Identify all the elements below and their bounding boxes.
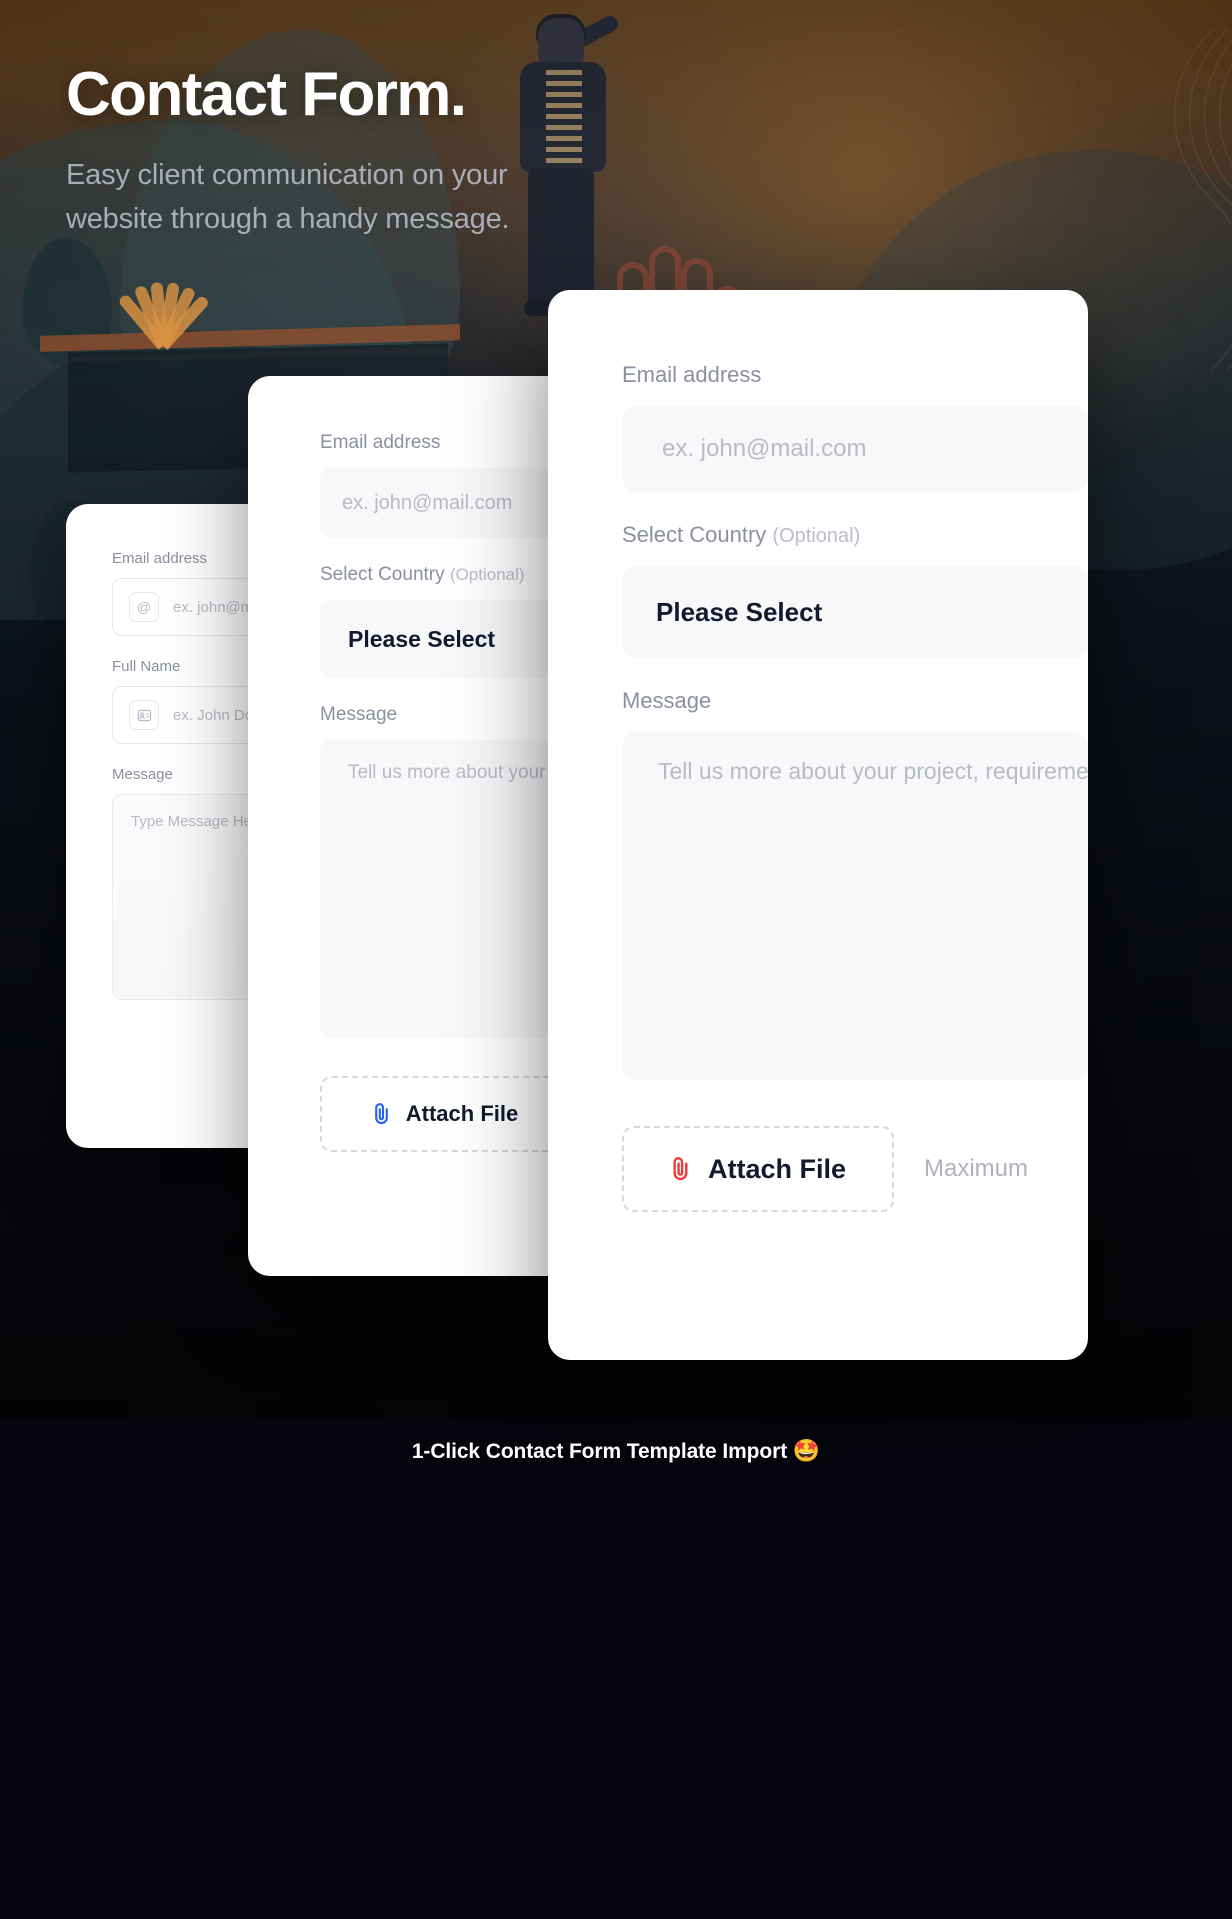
country-label-text-front: Select Country (622, 522, 767, 547)
country-label-text-middle: Select Country (320, 564, 445, 585)
email-input-front[interactable]: ex. john@mail.com (622, 406, 1088, 492)
contact-form-card-front: Email address ex. john@mail.com Select C… (548, 290, 1088, 1360)
email-label-front: Email address (622, 362, 762, 387)
country-select-front[interactable]: Please Select (622, 566, 1088, 658)
page-subtitle: Easy client communication on your websit… (66, 158, 510, 236)
user-card-icon (129, 700, 159, 730)
paperclip-icon (374, 1103, 388, 1125)
contact-form-promo-page: Contact Form. Easy client communication … (0, 0, 1232, 1919)
attach-file-label-front: Attach File (707, 1153, 847, 1184)
caption-bold: Contact Form Template Import (485, 1440, 788, 1463)
country-optional-text-middle: (Optional) (449, 565, 525, 584)
country-label-front: Select Country (Optional) (622, 522, 1088, 548)
bottom-caption: 1-Click Contact Form Template Import 🤩 (0, 1438, 1232, 1464)
attach-file-button-front[interactable]: Attach File (622, 1126, 894, 1212)
page-title: Contact Form. (66, 60, 467, 129)
hero-text-block: Contact Form. Easy client communication … (66, 60, 766, 241)
caption-prefix: 1-Click (411, 1440, 486, 1463)
paperclip-icon (673, 1157, 688, 1181)
star-struck-emoji-icon: 🤩 (792, 1438, 821, 1463)
attach-file-label-middle: Attach File (405, 1101, 519, 1126)
attach-file-button-middle[interactable]: Attach File (320, 1076, 570, 1152)
max-size-note-front: Maximum (924, 1155, 1029, 1182)
message-textarea-front[interactable]: Tell us more about your project, require… (622, 732, 1088, 1080)
message-label-front: Message (622, 688, 712, 713)
at-sign-icon: @ (129, 592, 159, 622)
country-optional-text-front: (Optional) (772, 525, 861, 547)
